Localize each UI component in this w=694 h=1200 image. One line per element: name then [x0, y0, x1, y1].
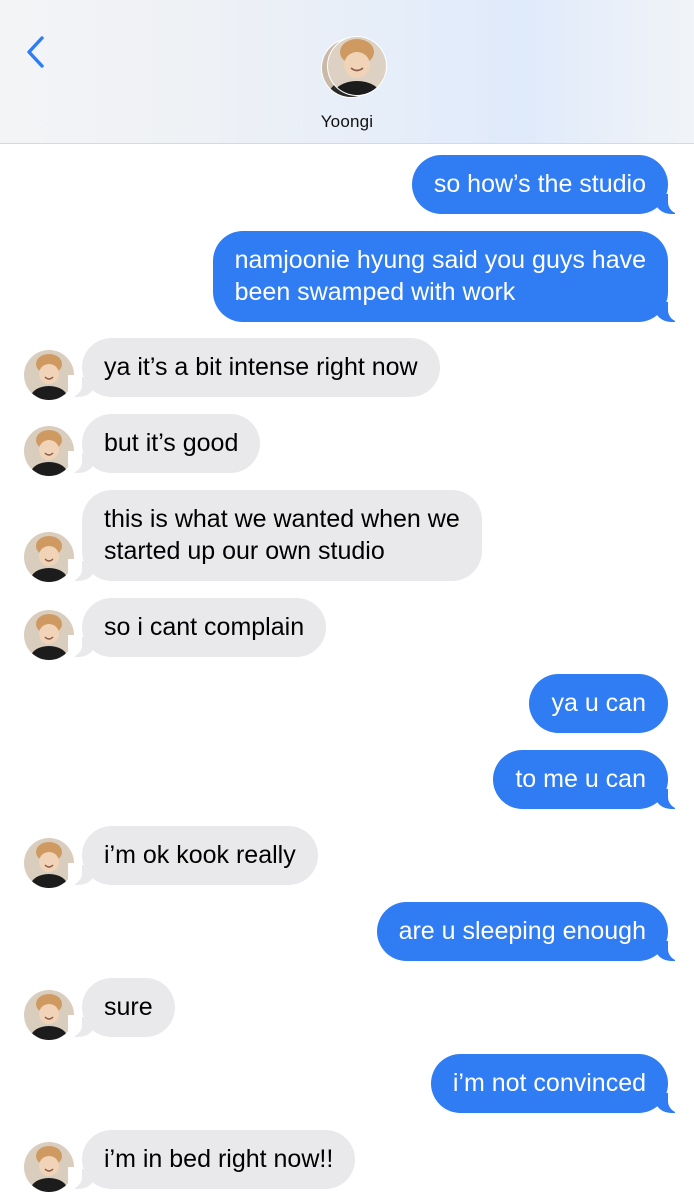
sent-message-bubble[interactable]: ya u can: [529, 674, 668, 733]
received-message-bubble[interactable]: but it’s good: [67, 414, 261, 473]
back-button[interactable]: [22, 34, 52, 70]
message-row: so i cant complain: [0, 598, 694, 660]
contact-avatar-small: [24, 990, 74, 1040]
sent-message-bubble[interactable]: to me u can: [493, 750, 682, 809]
contact-avatar-small: [24, 610, 74, 660]
received-message-bubble[interactable]: this is what we wanted when we started u…: [68, 490, 482, 581]
sent-message-bubble[interactable]: i’m not convinced: [430, 1054, 683, 1113]
contact-avatar[interactable]: [320, 30, 390, 100]
contact-avatar-small: [24, 838, 74, 888]
message-row: i’m in bed right now!!: [0, 1130, 694, 1192]
message-row: namjoonie hyung said you guys have been …: [0, 231, 694, 323]
message-row: ya it’s a bit intense right now: [0, 338, 694, 400]
message-row: this is what we wanted when we started u…: [0, 490, 694, 582]
received-message-bubble[interactable]: sure: [68, 978, 175, 1037]
sent-message-bubble[interactable]: are u sleeping enough: [376, 902, 683, 961]
contact-avatar-small: [24, 350, 74, 400]
message-thread: so how’s the studio namjoonie hyung said…: [0, 145, 694, 1200]
contact-avatar-small: [24, 532, 74, 582]
message-row: i’m ok kook really: [0, 826, 694, 888]
conversation-header: Yoongi: [0, 0, 694, 144]
message-row: so how’s the studio: [0, 155, 694, 215]
message-row: ya u can: [0, 674, 694, 734]
sent-message-bubble[interactable]: namjoonie hyung said you guys have been …: [212, 231, 683, 322]
contact-name[interactable]: Yoongi: [0, 112, 694, 132]
sent-message-bubble[interactable]: so how’s the studio: [411, 155, 683, 214]
received-message-bubble[interactable]: i’m ok kook really: [68, 826, 318, 885]
message-row: i’m not convinced: [0, 1054, 694, 1114]
contact-avatar-small: [24, 426, 74, 476]
chevron-left-icon: [27, 36, 44, 68]
received-message-bubble[interactable]: so i cant complain: [67, 598, 327, 657]
contact-avatar-small: [24, 1142, 74, 1192]
message-row: sure: [0, 978, 694, 1040]
message-row: to me u can: [0, 750, 694, 810]
message-row: are u sleeping enough: [0, 902, 694, 962]
message-row: but it’s good: [0, 414, 694, 476]
received-message-bubble[interactable]: i’m in bed right now!!: [67, 1130, 356, 1189]
received-message-bubble[interactable]: ya it’s a bit intense right now: [68, 338, 440, 397]
